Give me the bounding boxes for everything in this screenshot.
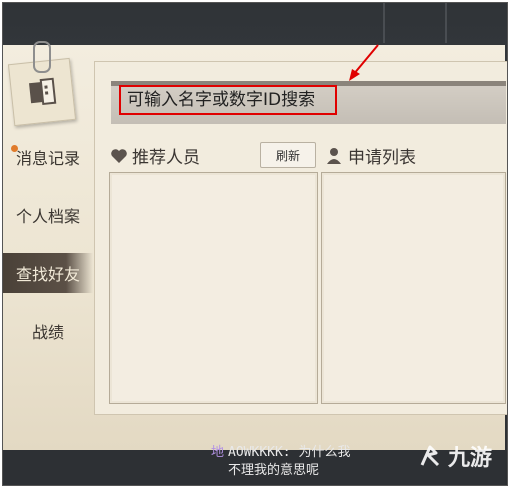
chat-message-line-2: 不理我的意思呢: [228, 463, 320, 478]
sidebar-item-profile[interactable]: 个人档案: [3, 195, 93, 235]
heart-icon: [111, 148, 127, 163]
chat-message-line-1: 地 AOWKKKK: 为什么我: [211, 441, 350, 460]
person-pin-icon: [327, 147, 341, 164]
requests-title: 申请列表: [326, 143, 416, 168]
sidebar-item-label: 个人档案: [15, 207, 80, 226]
sidebar-item-label: 消息记录: [15, 149, 80, 168]
notification-dot: [11, 145, 18, 152]
sidebar-item-find-friends[interactable]: 查找好友: [3, 253, 93, 293]
recommended-list[interactable]: [109, 172, 318, 404]
watermark-logo: 九游: [418, 440, 492, 472]
requests-title-text: 申请列表: [348, 148, 416, 168]
watermark-text: 九游: [448, 446, 493, 471]
game-window: 消息记录 个人档案 查找好友 战绩 推荐人员 刷新 申请列表: [2, 2, 508, 486]
paperclip-icon: [33, 41, 51, 73]
chat-channel-tag: 地: [211, 445, 225, 460]
sidebar-item-label: 查找好友: [15, 265, 80, 284]
annotation-arrow-icon: [349, 44, 379, 81]
recommended-title: 推荐人员: [110, 143, 200, 168]
recommended-title-text: 推荐人员: [132, 148, 200, 168]
search-input[interactable]: [119, 85, 337, 115]
refresh-button[interactable]: 刷新: [260, 142, 316, 168]
sidebar-item-records[interactable]: 战绩: [3, 311, 93, 351]
requests-list[interactable]: [321, 172, 506, 404]
chat-message-text: AOWKKKK: 为什么我: [228, 445, 351, 460]
jiuyou-logo-icon: [420, 445, 440, 467]
background-decoration: [383, 3, 447, 43]
sidebar-item-label: 战绩: [31, 323, 64, 342]
sidebar-item-messages[interactable]: 消息记录: [3, 137, 93, 177]
